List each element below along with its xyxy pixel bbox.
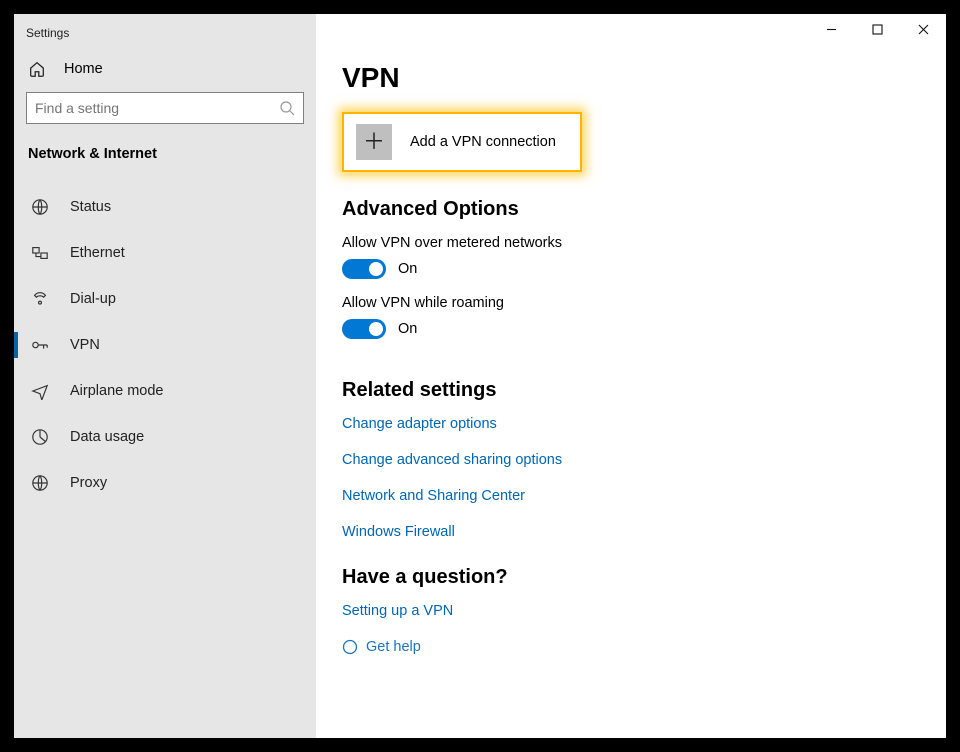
question-heading: Have a question? [342,566,910,589]
search-input[interactable] [35,100,279,116]
sidebar-nav: Status Ethernet Dial-up [14,184,316,506]
sidebar-item-datausage[interactable]: Data usage [14,414,316,460]
maximize-button[interactable] [854,14,900,44]
sidebar-item-vpn[interactable]: VPN [14,322,316,368]
airplane-icon [30,381,50,401]
sidebar-item-label: Ethernet [70,245,125,261]
settings-sidebar: Settings Home Network & Internet [14,14,316,738]
status-icon [30,197,50,217]
search-icon [279,100,295,116]
sidebar-search[interactable] [26,92,304,124]
vpn-icon [30,335,50,355]
settings-content: VPN ＋ Add a VPN connection Advanced Opti… [316,14,946,738]
sidebar-category: Network & Internet [14,134,316,172]
sidebar-item-label: Proxy [70,475,107,491]
close-button[interactable] [900,14,946,44]
sidebar-item-label: Data usage [70,429,144,445]
toggle-label: Allow VPN while roaming [342,295,910,311]
datausage-icon [30,427,50,447]
metered-toggle[interactable] [342,259,386,279]
add-vpn-label: Add a VPN connection [410,134,556,150]
sidebar-item-status[interactable]: Status [14,184,316,230]
roaming-toggle[interactable] [342,319,386,339]
link-get-help[interactable]: Get help [342,639,910,655]
dialup-icon [30,289,50,309]
link-sharing[interactable]: Change advanced sharing options [342,452,910,468]
sidebar-item-label: Airplane mode [70,383,164,399]
plus-icon: ＋ [356,124,392,160]
add-vpn-card[interactable]: ＋ Add a VPN connection [342,112,582,172]
sidebar-item-proxy[interactable]: Proxy [14,460,316,506]
ethernet-icon [30,243,50,263]
related-links: Change adapter options Change advanced s… [342,416,910,540]
link-adapter[interactable]: Change adapter options [342,416,910,432]
sidebar-item-ethernet[interactable]: Ethernet [14,230,316,276]
sidebar-item-label: Status [70,199,111,215]
advanced-heading: Advanced Options [342,198,910,221]
toggle-state: On [398,261,417,277]
page-title: VPN [342,62,910,94]
sidebar-item-label: VPN [70,337,100,353]
window-controls [808,14,946,44]
link-network-center[interactable]: Network and Sharing Center [342,488,910,504]
sidebar-home-label: Home [64,61,103,77]
proxy-icon [30,473,50,493]
toggle-state: On [398,321,417,337]
link-setup-vpn[interactable]: Setting up a VPN [342,603,910,619]
sidebar-item-dialup[interactable]: Dial-up [14,276,316,322]
window-title: Settings [14,20,316,54]
related-heading: Related settings [342,379,910,402]
toggle-label: Allow VPN over metered networks [342,235,910,251]
sidebar-item-airplane[interactable]: Airplane mode [14,368,316,414]
link-firewall[interactable]: Windows Firewall [342,524,910,540]
toggle-group-metered: Allow VPN over metered networks On [342,235,910,279]
minimize-button[interactable] [808,14,854,44]
sidebar-home[interactable]: Home [14,54,316,92]
toggle-group-roaming: Allow VPN while roaming On [342,295,910,339]
sidebar-item-label: Dial-up [70,291,116,307]
home-icon [28,60,46,78]
